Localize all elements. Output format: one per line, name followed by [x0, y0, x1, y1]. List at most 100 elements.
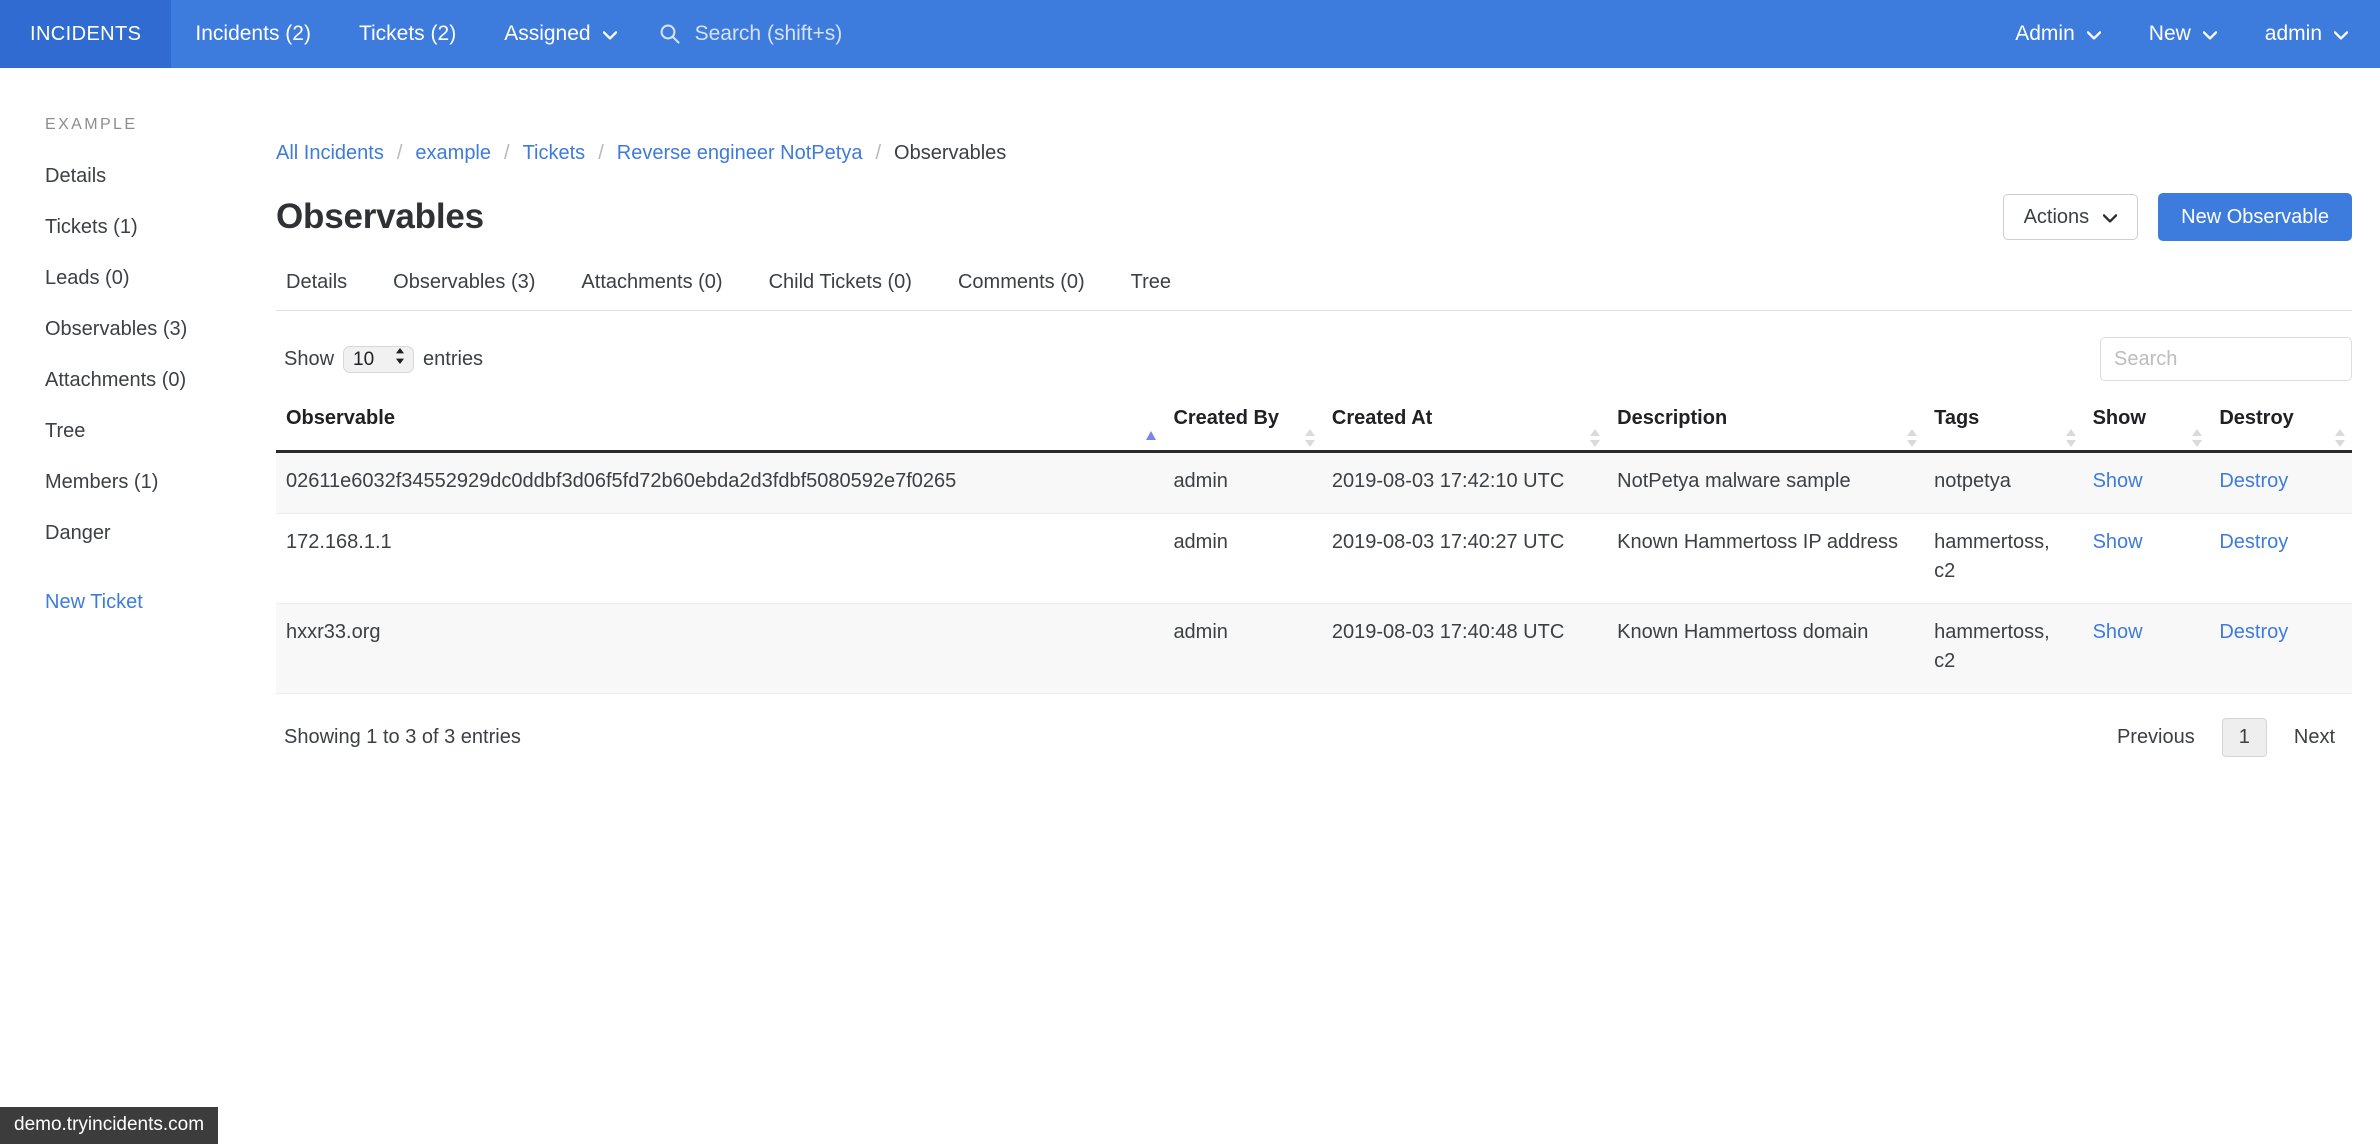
- observables-table: Observable Created By Created At Descriptio…: [276, 399, 2352, 694]
- status-bar-url: demo.tryincidents.com: [0, 1107, 219, 1144]
- column-header-show[interactable]: Show: [2082, 399, 2210, 453]
- sidebar-item-observables-3[interactable]: Observables (3): [0, 313, 268, 345]
- show-link[interactable]: Show: [2093, 470, 2143, 492]
- column-header-tags[interactable]: Tags: [1924, 399, 2083, 453]
- search-icon: [659, 23, 681, 45]
- page-header-actions: Actions New Observable: [2002, 193, 2352, 241]
- sidebar-item-label: Observables (3): [45, 317, 188, 340]
- global-search[interactable]: Search (shift+s): [641, 0, 867, 68]
- cell-tags: hammertoss, c2: [1924, 603, 2083, 694]
- breadcrumb-separator: /: [504, 142, 510, 164]
- nav-links: Incidents (2) Tickets (2) Assigned: [171, 0, 640, 68]
- nav-item-tickets-2[interactable]: Tickets (2): [335, 0, 480, 68]
- breadcrumb-separator: /: [396, 142, 403, 164]
- nav-menu-admin[interactable]: Admin: [1991, 0, 2125, 68]
- tab-attachments-0[interactable]: Attachments (0): [558, 267, 745, 310]
- sidebar-item-danger[interactable]: Danger: [0, 517, 268, 549]
- show-link[interactable]: Show: [2093, 621, 2143, 643]
- observables-table-body: 02611e6032f34552929dc0ddbf3d06f5fd72b60e…: [276, 451, 2352, 694]
- sidebar-item-leads-0[interactable]: Leads (0): [0, 262, 268, 294]
- table-search-input[interactable]: [2100, 337, 2352, 381]
- sidebar-item-members-1[interactable]: Members (1): [0, 466, 268, 498]
- pagination-next[interactable]: Next: [2277, 718, 2352, 757]
- sidebar-items: Details Tickets (1) Leads (0) Observables (…: [0, 160, 268, 549]
- destroy-link[interactable]: Destroy: [2219, 621, 2288, 643]
- cell-created-at: 2019-08-03 17:42:10 UTC: [1321, 451, 1608, 515]
- breadcrumb-item-all-incidents[interactable]: All Incidents: [276, 142, 384, 165]
- sidebar-item-label: Tree: [45, 419, 86, 442]
- nav-item-assigned[interactable]: Assigned: [480, 0, 640, 68]
- cell-destroy: Destroy: [2209, 451, 2352, 515]
- brand-incidents[interactable]: INCIDENTS: [0, 0, 172, 68]
- sidebar-item-label: Attachments (0): [45, 368, 187, 391]
- sidebar-item-label: Tickets (1): [45, 215, 138, 238]
- pagination-previous[interactable]: Previous: [2100, 718, 2212, 757]
- destroy-link[interactable]: Destroy: [2219, 531, 2288, 553]
- global-search-placeholder: Search (shift+s): [694, 22, 843, 45]
- table-header-row: Observable Created By Created At Descriptio…: [276, 399, 2352, 453]
- cell-description: Known Hammertoss domain: [1607, 603, 1925, 694]
- breadcrumb-item-example[interactable]: example: [415, 142, 491, 165]
- cell-created-by: admin: [1163, 603, 1322, 694]
- nav-menu-label: Admin: [2015, 22, 2075, 45]
- chevron-down-icon: [2103, 205, 2118, 229]
- new-observable-button-label: New Observable: [2181, 206, 2329, 228]
- sidebar-item-label: Members (1): [45, 470, 159, 493]
- tab-tree[interactable]: Tree: [1108, 267, 1194, 310]
- actions-button-label: Actions: [2023, 206, 2090, 228]
- sidebar-item-label: Details: [45, 164, 107, 187]
- nav-item-incidents-2[interactable]: Incidents (2): [171, 0, 335, 68]
- table-footer: Showing 1 to 3 of 3 entries Previous 1 N…: [276, 717, 2352, 757]
- destroy-link[interactable]: Destroy: [2219, 470, 2288, 492]
- tab-bar: Details Observables (3) Attachments (0) Chi…: [276, 267, 2352, 311]
- chevron-down-icon: [2086, 22, 2101, 46]
- table-controls: Show 102550100 entries: [276, 337, 2352, 381]
- column-header-label: Show: [2092, 407, 2146, 429]
- chevron-down-icon: [602, 22, 617, 46]
- nav-item-label: Incidents (2): [195, 22, 311, 45]
- sort-ascending-icon: [1145, 427, 1157, 449]
- tab-details[interactable]: Details: [276, 267, 370, 310]
- cell-observable: 172.168.1.1: [276, 513, 1164, 605]
- column-header-created-by[interactable]: Created By: [1163, 399, 1322, 453]
- cell-show: Show: [2082, 451, 2210, 515]
- column-header-description[interactable]: Description: [1607, 399, 1925, 453]
- tab-comments-0[interactable]: Comments (0): [935, 267, 1108, 310]
- table-row: hxxr33.org admin 2019-08-03 17:40:48 UTC Kn…: [276, 603, 2352, 694]
- brand-label: INCIDENTS: [30, 22, 142, 45]
- tab-observables-3[interactable]: Observables (3): [370, 267, 558, 310]
- breadcrumb-item-observables: Observables: [894, 142, 1007, 164]
- cell-description: NotPetya malware sample: [1607, 451, 1925, 515]
- sidebar-item-tree[interactable]: Tree: [0, 415, 268, 447]
- cell-created-by: admin: [1163, 451, 1322, 515]
- nav-menu-admin[interactable]: admin: [2241, 0, 2372, 68]
- nav-menu-new[interactable]: New: [2125, 0, 2241, 68]
- chevron-down-icon: [2334, 22, 2348, 46]
- pagination-page-1[interactable]: 1: [2221, 717, 2267, 757]
- nav-menu-label: admin: [2264, 22, 2322, 45]
- new-observable-button[interactable]: New Observable: [2158, 193, 2352, 241]
- pagination: Previous 1 Next: [2090, 717, 2352, 757]
- breadcrumb-item-reverse-engineer-notpetya[interactable]: Reverse engineer NotPetya: [617, 142, 863, 165]
- sidebar-item-tickets-1[interactable]: Tickets (1): [0, 211, 268, 243]
- chevron-down-icon: [2202, 22, 2217, 46]
- column-header-observable[interactable]: Observable: [276, 399, 1164, 453]
- page-length-select[interactable]: 102550100: [343, 345, 415, 373]
- top-navbar: INCIDENTS Incidents (2) Tickets (2) Assign…: [0, 0, 2380, 68]
- tab-child-tickets-0[interactable]: Child Tickets (0): [746, 267, 935, 310]
- sidebar-item-new-ticket[interactable]: New Ticket: [0, 586, 268, 618]
- actions-button[interactable]: Actions: [2002, 194, 2139, 240]
- cell-observable: hxxr33.org: [276, 603, 1164, 694]
- sidebar-item-label: Leads (0): [45, 266, 130, 289]
- sort-none-icon: [1589, 427, 1601, 449]
- page-length-control: Show 102550100 entries: [276, 345, 483, 373]
- sidebar-item-attachments-0[interactable]: Attachments (0): [0, 364, 268, 396]
- show-link[interactable]: Show: [2093, 531, 2143, 553]
- breadcrumb-item-tickets[interactable]: Tickets: [523, 142, 586, 165]
- nav-item-label: Assigned: [504, 22, 591, 45]
- page-length-select-wrap: 102550100: [343, 345, 415, 373]
- sidebar-item-details[interactable]: Details: [0, 160, 268, 192]
- column-header-created-at[interactable]: Created At: [1321, 399, 1608, 453]
- column-header-destroy[interactable]: Destroy: [2209, 399, 2352, 453]
- body-wrap: EXAMPLE Details Tickets (1) Leads (0) Obser…: [0, 68, 2380, 1144]
